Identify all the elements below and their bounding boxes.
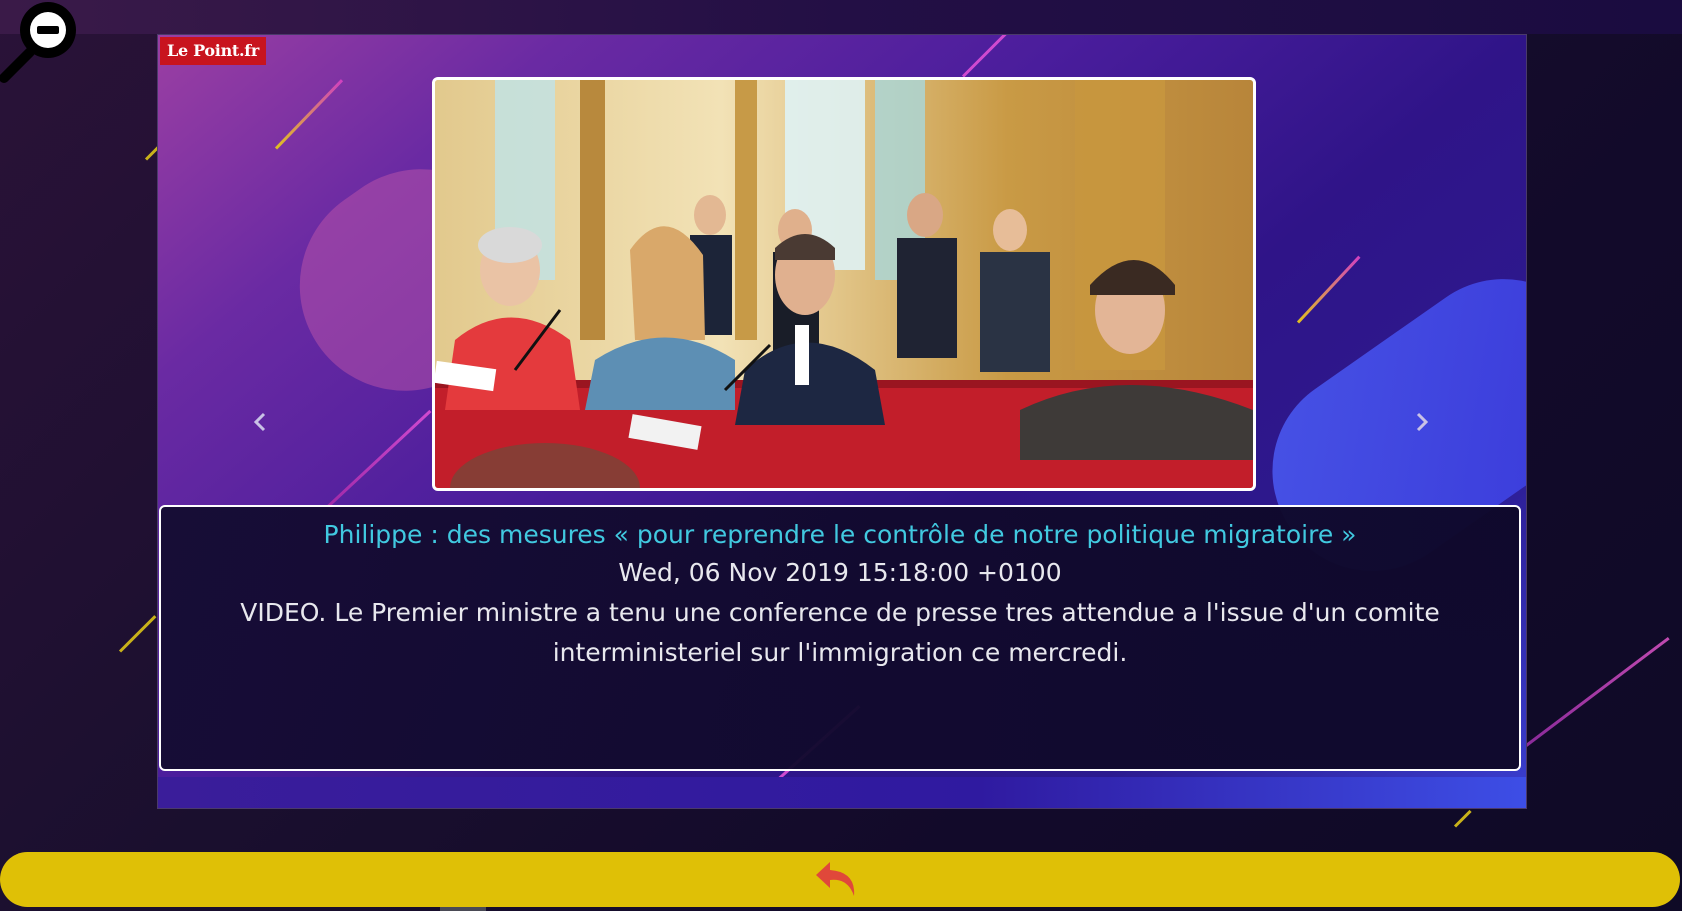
scrollbar-thumb[interactable] bbox=[440, 907, 486, 911]
top-strip bbox=[0, 0, 1682, 34]
slide-next-button[interactable] bbox=[1410, 405, 1434, 439]
article-info-box: Philippe : des mesures « pour reprendre … bbox=[159, 505, 1521, 771]
decor-line bbox=[1453, 809, 1472, 828]
article-title[interactable]: Philippe : des mesures « pour reprendre … bbox=[161, 517, 1519, 553]
slide-photo bbox=[432, 77, 1256, 491]
brand-logo: Le Point.fr bbox=[160, 37, 266, 65]
decor-line bbox=[1296, 255, 1361, 324]
article-description: VIDEO. Le Premier ministre a tenu une co… bbox=[240, 598, 1440, 667]
back-button[interactable] bbox=[0, 852, 1680, 907]
decor-line bbox=[326, 409, 432, 508]
zoom-out-magnifier-icon[interactable] bbox=[0, 0, 82, 86]
decor-line bbox=[961, 35, 1007, 78]
decor-line bbox=[274, 79, 344, 150]
press-conference-photo bbox=[435, 80, 1253, 488]
decor-line bbox=[118, 615, 157, 653]
panel-footer-strip bbox=[158, 777, 1526, 808]
slideshow-panel: Le Point.fr Philippe: des mesures « pou… bbox=[157, 34, 1527, 809]
decor-line bbox=[1524, 636, 1670, 748]
article-date: Wed, 06 Nov 2019 15:18:00 +0100 bbox=[618, 558, 1062, 587]
undo-arrow-icon bbox=[816, 862, 855, 896]
slide-prev-button[interactable] bbox=[248, 405, 272, 439]
chevron-left-icon bbox=[253, 412, 266, 432]
chevron-right-icon bbox=[1416, 412, 1429, 432]
